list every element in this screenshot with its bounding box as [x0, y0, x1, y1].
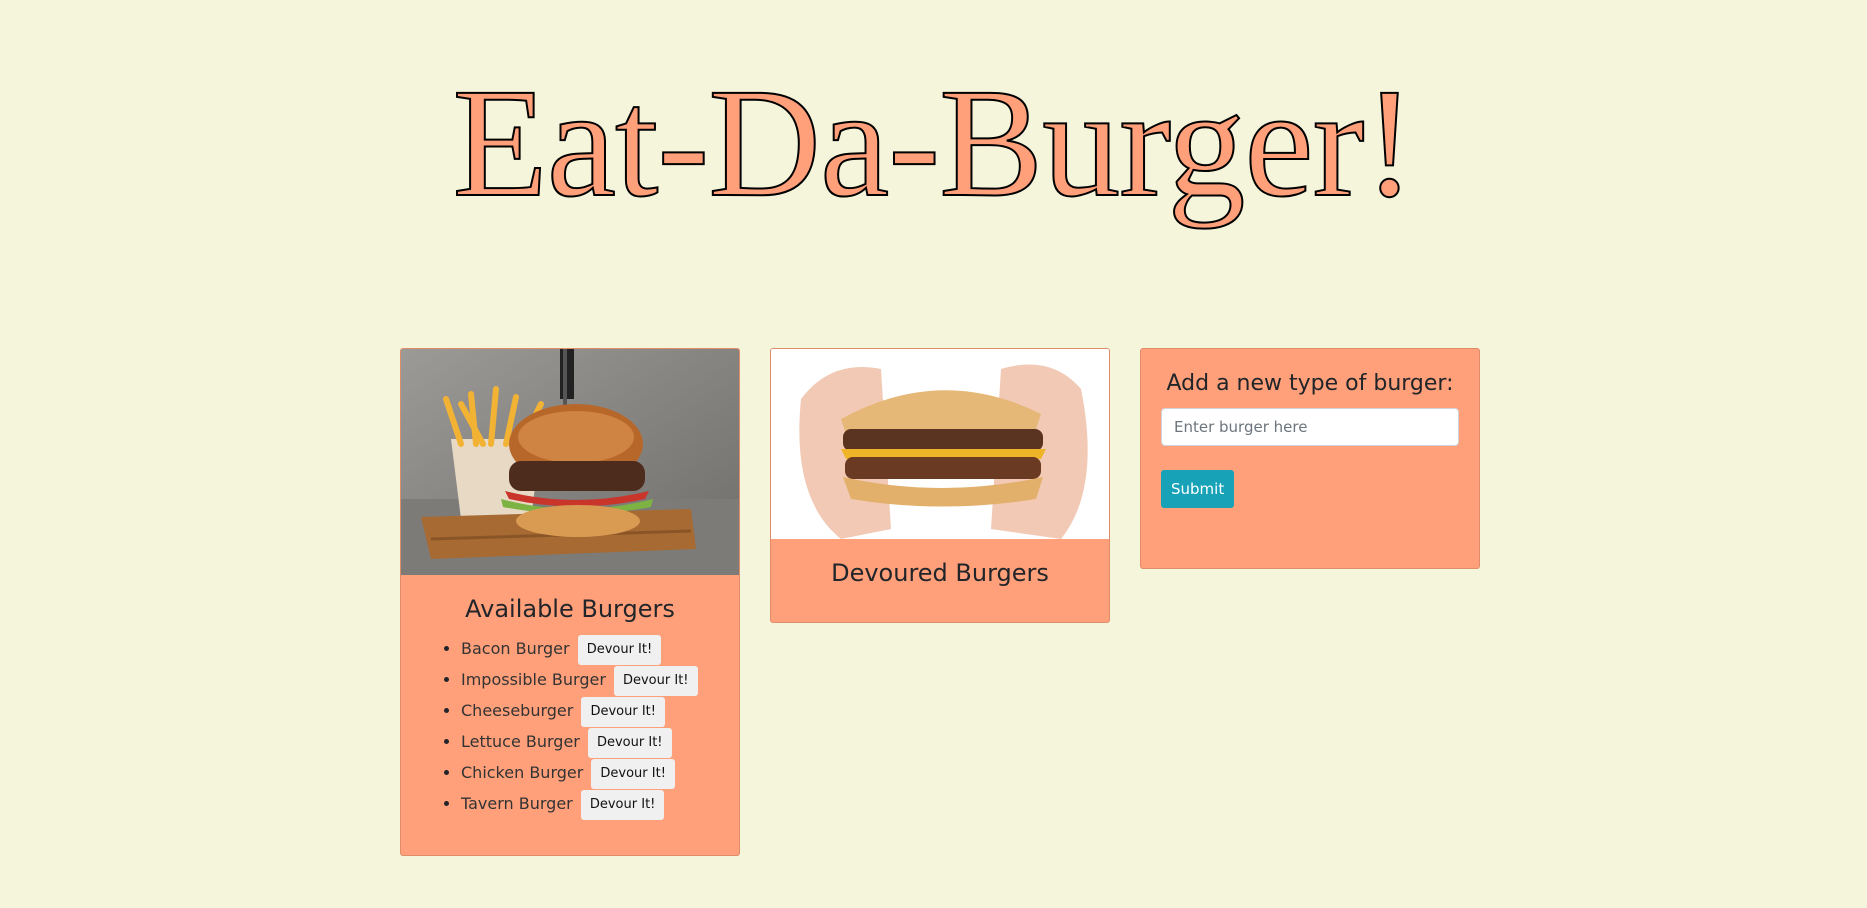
list-item: Cheeseburger Devour It!	[461, 695, 739, 727]
burger-name: Lettuce Burger	[461, 732, 580, 751]
burger-name: Tavern Burger	[461, 794, 573, 813]
burger-name: Chicken Burger	[461, 763, 584, 782]
page-title: Eat-Da-Burger!	[452, 56, 1417, 229]
add-burger-title: Add a new type of burger:	[1166, 371, 1454, 396]
available-burgers-card: Available Burgers Bacon Burger Devour It…	[400, 348, 740, 856]
burger-name: Impossible Burger	[461, 670, 606, 689]
list-item: Chicken Burger Devour It!	[461, 757, 739, 789]
devoured-burgers-title: Devoured Burgers	[831, 559, 1049, 587]
burger-input[interactable]	[1161, 408, 1459, 446]
devour-button[interactable]: Devour It!	[591, 758, 675, 789]
devoured-burgers-card: Devoured Burgers	[770, 348, 1110, 623]
devour-button[interactable]: Devour It!	[580, 789, 665, 820]
burger-with-fries-image	[401, 349, 739, 575]
submit-button[interactable]: Submit	[1161, 470, 1235, 508]
devour-button[interactable]: Devour It!	[581, 696, 665, 727]
burger-name: Cheeseburger	[461, 701, 574, 720]
hands-holding-bitten-burger-image	[771, 349, 1109, 539]
available-burger-list: Bacon Burger Devour It! Impossible Burge…	[401, 633, 739, 820]
devour-button[interactable]: Devour It!	[613, 665, 698, 696]
list-item: Lettuce Burger Devour It!	[461, 726, 739, 758]
list-item: Impossible Burger Devour It!	[461, 664, 739, 696]
burger-name: Bacon Burger	[461, 639, 570, 658]
devour-button[interactable]: Devour It!	[587, 727, 672, 758]
available-burgers-title: Available Burgers	[465, 595, 675, 623]
add-burger-card: Add a new type of burger: Submit	[1140, 348, 1480, 569]
devour-button[interactable]: Devour It!	[577, 634, 662, 665]
list-item: Bacon Burger Devour It!	[461, 633, 739, 665]
list-item: Tavern Burger Devour It!	[461, 788, 739, 820]
